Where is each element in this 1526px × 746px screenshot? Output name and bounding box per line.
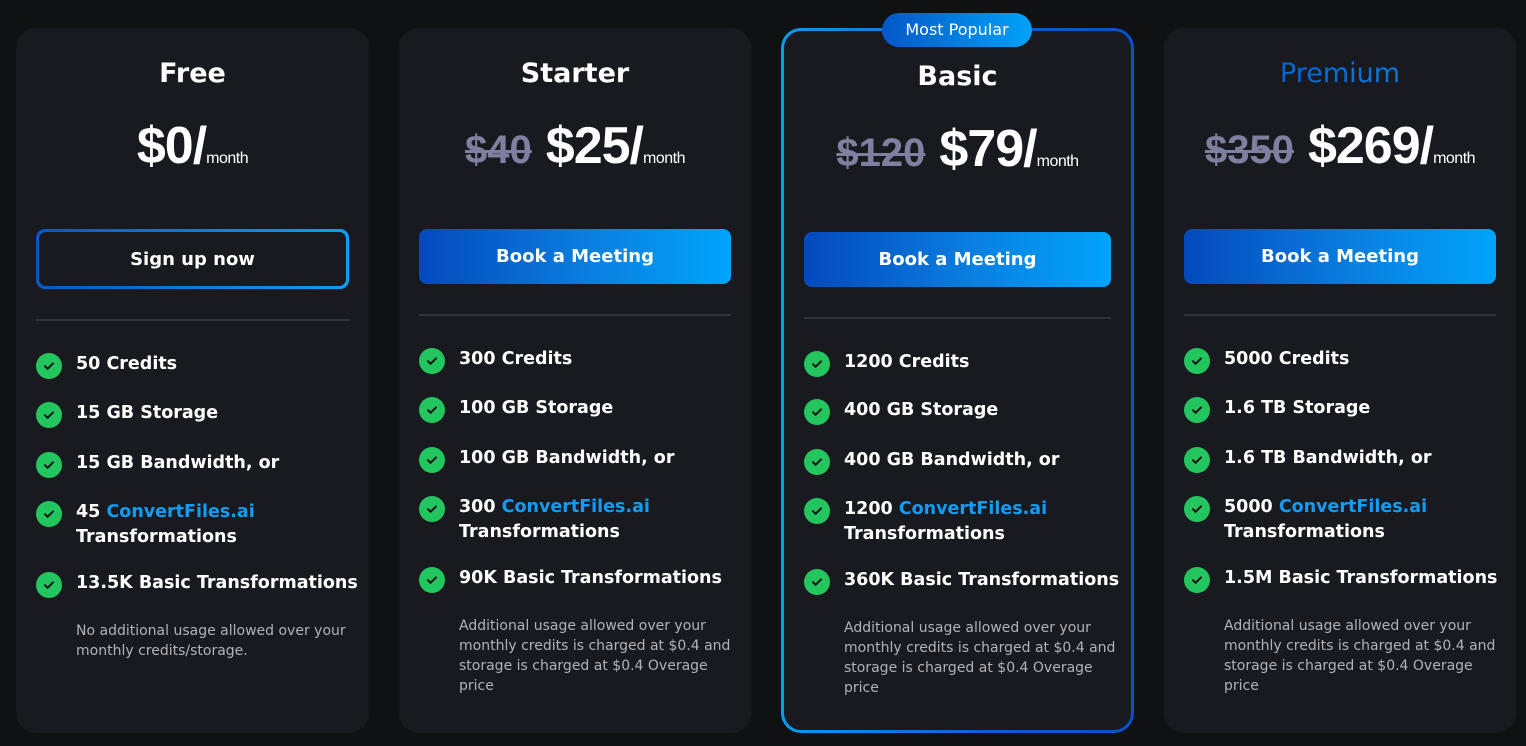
feature-credits: 5000 Credits xyxy=(1184,347,1349,374)
price-period: month xyxy=(206,150,249,167)
convertfiles-link[interactable]: ConvertFiles.ai xyxy=(899,499,1047,519)
price-period: month xyxy=(1433,150,1476,167)
feature-convertfiles: 300 ConvertFiles.ai Transformations xyxy=(419,495,650,545)
check-icon xyxy=(1184,496,1210,522)
feature-convertfiles: 5000 ConvertFiles.ai Transformations xyxy=(1184,495,1427,545)
feature-basic-transformations: 90K Basic Transformations xyxy=(419,566,722,593)
feature-bandwidth: 1.6 TB Bandwidth, or xyxy=(1184,446,1432,473)
price-row: $120 $79/month xyxy=(784,119,1131,179)
plan-card-free: Free $0/month Sign up now 50 Credits 15 … xyxy=(16,28,369,733)
most-popular-badge: Most Popular xyxy=(882,13,1032,47)
plan-card-basic: Basic $120 $79/month Book a Meeting 1200 … xyxy=(781,28,1134,733)
divider xyxy=(1184,314,1496,316)
feature-bandwidth: 100 GB Bandwidth, or xyxy=(419,446,674,473)
check-icon xyxy=(419,397,445,423)
check-icon xyxy=(36,501,62,527)
original-price: $120 xyxy=(836,131,926,175)
feature-convertfiles: 45 ConvertFiles.ai Transformations xyxy=(36,500,255,550)
plan-name: Starter xyxy=(520,58,630,89)
check-icon xyxy=(419,567,445,593)
check-icon xyxy=(804,498,830,524)
plan-name: Basic xyxy=(917,61,998,92)
price-row: $350 $269/month xyxy=(1164,116,1516,176)
book-meeting-button[interactable]: Book a Meeting xyxy=(1184,229,1496,284)
feature-bandwidth: 15 GB Bandwidth, or xyxy=(36,451,279,478)
book-meeting-button[interactable]: Book a Meeting xyxy=(804,232,1111,287)
convertfiles-link[interactable]: ConvertFiles.ai xyxy=(106,502,254,522)
price-row: $0/month xyxy=(16,116,369,176)
check-icon xyxy=(804,449,830,475)
check-icon xyxy=(419,447,445,473)
check-icon xyxy=(1184,397,1210,423)
usage-note: No additional usage allowed over your mo… xyxy=(76,623,346,659)
plan-card-starter: Starter $40 $25/month Book a Meeting 300 … xyxy=(399,28,751,733)
divider xyxy=(419,314,731,316)
plan-name: Premium xyxy=(1164,58,1516,89)
check-icon xyxy=(1184,447,1210,473)
check-icon xyxy=(419,496,445,522)
convertfiles-link[interactable]: ConvertFiles.ai xyxy=(1279,497,1427,517)
feature-storage: 15 GB Storage xyxy=(36,401,218,428)
current-price: $25/ xyxy=(545,117,644,175)
feature-convertfiles: 1200 ConvertFiles.ai Transformations xyxy=(804,497,1047,547)
check-icon xyxy=(36,452,62,478)
check-icon xyxy=(804,569,830,595)
sign-up-button[interactable]: Sign up now xyxy=(36,229,349,289)
divider xyxy=(804,317,1111,319)
check-icon xyxy=(804,399,830,425)
check-icon xyxy=(419,348,445,374)
check-icon xyxy=(36,353,62,379)
feature-basic-transformations: 13.5K Basic Transformations xyxy=(36,571,358,598)
feature-basic-transformations: 360K Basic Transformations xyxy=(804,568,1119,595)
current-price: $0/ xyxy=(136,117,207,175)
convertfiles-link[interactable]: ConvertFiles.ai xyxy=(502,497,650,517)
current-price: $269/ xyxy=(1307,117,1434,175)
divider xyxy=(36,319,349,321)
current-price: $79/ xyxy=(939,120,1037,178)
sign-up-button-label: Sign up now xyxy=(39,232,346,286)
check-icon xyxy=(1184,348,1210,374)
feature-bandwidth: 400 GB Bandwidth, or xyxy=(804,448,1059,475)
feature-basic-transformations: 1.5M Basic Transformations xyxy=(1184,566,1497,593)
original-price: $350 xyxy=(1204,128,1294,172)
check-icon xyxy=(1184,567,1210,593)
price-period: month xyxy=(1036,153,1079,170)
feature-storage: 400 GB Storage xyxy=(804,398,998,425)
feature-storage: 100 GB Storage xyxy=(419,396,613,423)
usage-note: Additional usage allowed over your month… xyxy=(459,618,731,694)
check-icon xyxy=(36,402,62,428)
book-meeting-button[interactable]: Book a Meeting xyxy=(419,229,731,284)
feature-storage: 1.6 TB Storage xyxy=(1184,396,1370,423)
check-icon xyxy=(36,572,62,598)
price-period: month xyxy=(643,150,685,167)
usage-note: Additional usage allowed over your month… xyxy=(1224,618,1496,694)
feature-credits: 300 Credits xyxy=(419,347,572,374)
plan-name: Free xyxy=(159,58,226,89)
feature-credits: 50 Credits xyxy=(36,352,177,379)
feature-credits: 1200 Credits xyxy=(804,350,969,377)
check-icon xyxy=(804,351,830,377)
price-row: $40 $25/month xyxy=(399,116,751,176)
original-price: $40 xyxy=(465,128,532,172)
plan-card-premium: Premium $350 $269/month Book a Meeting 50… xyxy=(1164,28,1516,733)
usage-note: Additional usage allowed over your month… xyxy=(844,620,1116,696)
